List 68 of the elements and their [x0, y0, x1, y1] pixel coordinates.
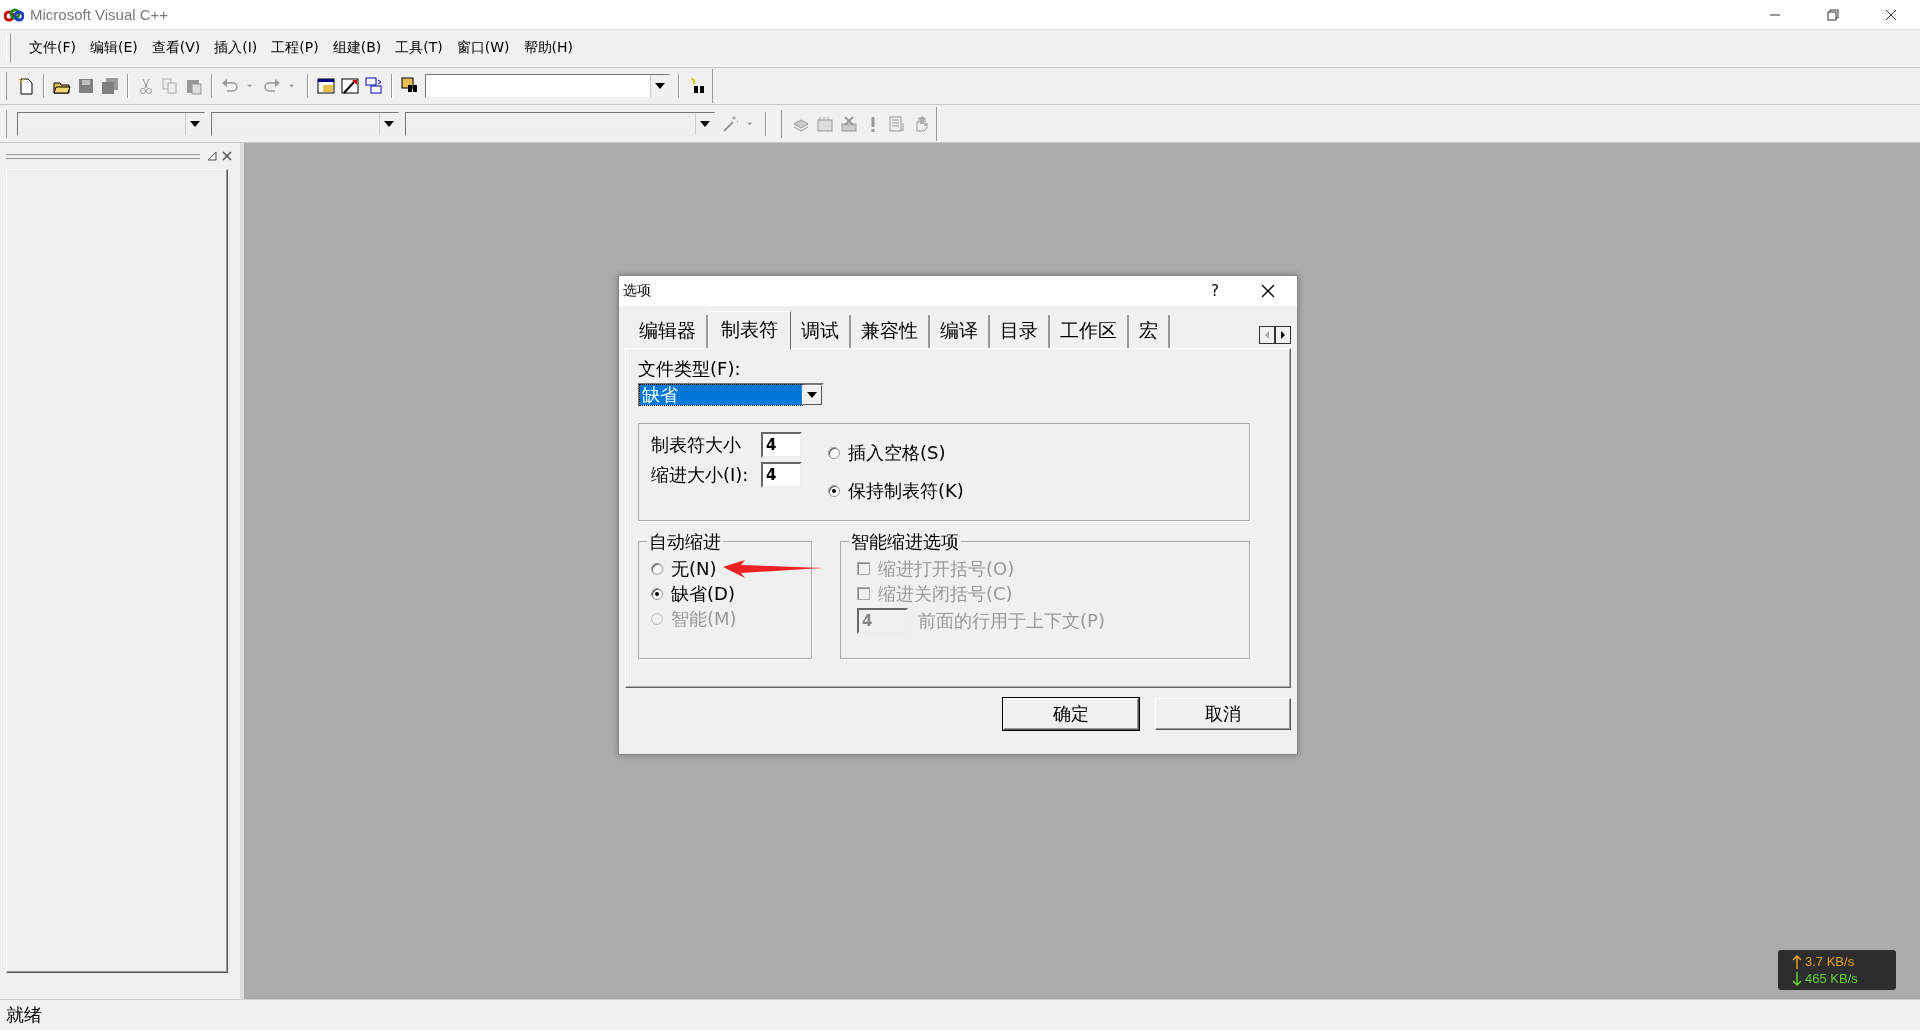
find-field[interactable]	[425, 73, 670, 98]
close-icon[interactable]	[1884, 7, 1898, 22]
find-in-files-icon[interactable]	[401, 76, 419, 95]
tab[interactable]: 工作区	[1050, 315, 1129, 348]
cancel-button[interactable]: 取消	[1155, 698, 1291, 730]
download-speed: 465 KB/s	[1805, 971, 1858, 986]
option-label: 无(N)	[671, 556, 717, 581]
file-type-dropdown[interactable]: 缺省	[638, 383, 824, 407]
option-label: 保持制表符(K)	[848, 479, 964, 503]
output-icon[interactable]	[341, 76, 359, 95]
number-field[interactable]: 4	[761, 432, 802, 458]
option-label: 缺省(D)	[671, 581, 735, 606]
wand-icon[interactable]	[721, 114, 739, 133]
status-text: 就绪	[6, 1003, 42, 1027]
windows-icon[interactable]	[365, 76, 383, 95]
panel-controls-icon[interactable]	[206, 150, 234, 162]
option-label: 缩进打开括号(O)	[878, 556, 1015, 581]
menu-item[interactable]: 窗口(W)	[456, 37, 510, 59]
dropdown-arrow-icon[interactable]	[807, 392, 817, 398]
tab[interactable]: 制表符	[708, 311, 791, 350]
up-arrow-icon	[1792, 954, 1802, 969]
menu-item[interactable]: 插入(I)	[214, 37, 258, 59]
dropdown-arrow-icon[interactable]	[190, 120, 200, 127]
restore-icon[interactable]	[1826, 7, 1840, 22]
save-all-icon[interactable]	[101, 76, 119, 95]
redo-icon[interactable]	[263, 76, 281, 95]
upload-speed: 3.7 KB/s	[1805, 954, 1855, 969]
option-label: 智能(M)	[671, 606, 737, 631]
number-field[interactable]: 4	[761, 462, 802, 488]
field-label: 制表符大小	[651, 433, 742, 457]
workspace-icon[interactable]	[317, 76, 335, 95]
option-label: 插入空格(S)	[848, 441, 946, 465]
dialog-title: 选项	[623, 282, 651, 300]
tab[interactable]: 宏	[1129, 315, 1170, 348]
help-button[interactable]: ?	[1211, 282, 1219, 300]
down-arrow-icon	[1792, 971, 1802, 986]
option-label: 缩进关闭括号(C)	[878, 581, 1013, 606]
field-label: 文件类型(F):	[638, 357, 742, 381]
tab[interactable]: 调试	[791, 315, 851, 348]
group-title: 智能缩进选项	[849, 530, 961, 554]
undo-icon[interactable]	[221, 76, 239, 95]
menu-item[interactable]: 查看(V)	[151, 37, 201, 59]
new-file-icon[interactable]	[17, 76, 35, 95]
group-title: 自动缩进	[647, 530, 723, 554]
menu-item[interactable]: 文件(F)	[29, 37, 76, 59]
menu-item[interactable]: 帮助(H)	[523, 37, 573, 59]
menu-item[interactable]: 编辑(E)	[90, 37, 138, 59]
close-icon[interactable]	[1261, 284, 1275, 298]
dropdown-arrow-icon[interactable]	[700, 120, 710, 127]
stop-build-icon[interactable]	[840, 114, 858, 133]
menu-item[interactable]: 工具(T)	[395, 37, 443, 59]
ok-button[interactable]: 确定	[1003, 698, 1139, 730]
scissors-icon[interactable]	[137, 76, 155, 95]
window-title: Microsoft Visual C++	[30, 6, 169, 23]
field-label: 前面的行用于上下文(P)	[918, 608, 1105, 633]
tab-scroll-arrows-icon[interactable]	[1259, 326, 1291, 344]
field-label: 缩进大小(I):	[651, 463, 750, 487]
menu-item[interactable]: 工程(P)	[271, 37, 319, 59]
app-logo-icon	[4, 7, 24, 22]
tab[interactable]: 编译	[930, 315, 990, 348]
radio-button[interactable]	[828, 485, 840, 497]
tab[interactable]: 目录	[990, 315, 1050, 348]
radio-button[interactable]	[828, 447, 840, 459]
dropdown-arrow-icon[interactable]	[655, 82, 665, 89]
save-icon[interactable]	[77, 76, 95, 95]
dropdown-arrow-icon[interactable]	[384, 120, 394, 127]
tab[interactable]: 兼容性	[851, 315, 930, 348]
menu-item[interactable]: 组建(B)	[332, 37, 382, 59]
